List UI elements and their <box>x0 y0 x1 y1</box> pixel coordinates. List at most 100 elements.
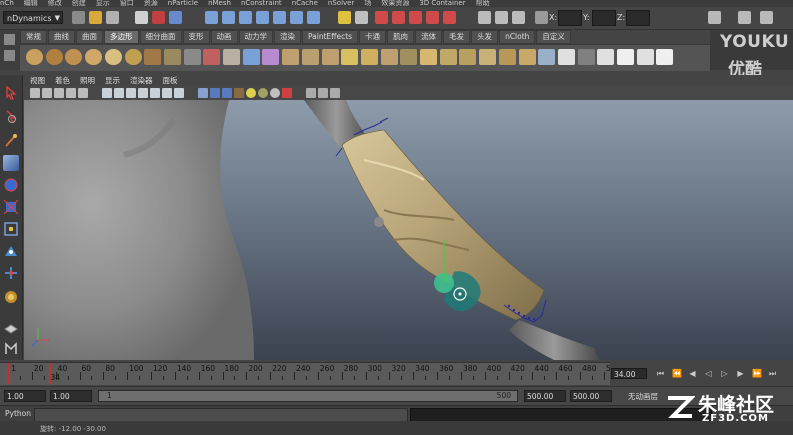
go-to-end-icon[interactable]: ⏭ <box>768 369 777 378</box>
menu-item[interactable]: 创建 <box>72 0 86 7</box>
ipr-render-icon[interactable] <box>392 11 405 24</box>
construction-icon[interactable] <box>307 11 320 24</box>
poly-pipe-icon[interactable] <box>183 49 201 65</box>
snap-view-plane-icon[interactable] <box>256 11 269 24</box>
menu-item[interactable]: 效果资源 <box>381 0 409 7</box>
gate-mask-icon[interactable] <box>138 88 148 98</box>
shelf-tab[interactable]: 曲面 <box>76 30 103 44</box>
triangulate-icon[interactable] <box>420 49 437 65</box>
planar-map-icon[interactable] <box>617 49 634 65</box>
poly-prism-icon[interactable] <box>144 49 162 65</box>
paint-select-tool-icon[interactable] <box>3 133 19 149</box>
shelf-tabs-icon[interactable] <box>4 50 15 61</box>
shelf-tab[interactable]: nCloth <box>499 30 536 44</box>
menu-item[interactable]: nCh <box>0 0 14 7</box>
poly-cone-icon[interactable] <box>85 49 103 65</box>
field-chart-icon[interactable] <box>150 88 160 98</box>
textured-icon[interactable] <box>234 88 244 98</box>
anim-layer-label[interactable]: 无动画层 <box>628 391 658 402</box>
panel-menu-item[interactable]: 面板 <box>163 75 178 86</box>
tool-settings-toggle-icon[interactable] <box>495 11 508 24</box>
play-forwards-icon[interactable]: ▷ <box>720 369 729 378</box>
menu-item[interactable]: 场 <box>364 0 371 7</box>
shelf-tab[interactable]: 细分曲面 <box>139 30 182 44</box>
create-uvs-icon[interactable] <box>597 49 615 65</box>
poly-plane-icon[interactable] <box>104 49 122 65</box>
script-language-toggle[interactable]: Python <box>5 409 31 418</box>
separate-icon[interactable] <box>282 49 300 65</box>
film-gate-icon[interactable] <box>114 88 124 98</box>
play-backwards-icon[interactable]: ◁ <box>704 369 713 378</box>
menu-item[interactable]: 资源 <box>144 0 158 7</box>
panel-menu-item[interactable]: 视图 <box>30 75 45 86</box>
universal-manip-icon[interactable] <box>3 221 19 237</box>
offset-edge-loop-icon[interactable] <box>557 49 575 65</box>
panel-menu-item[interactable]: 照明 <box>80 75 95 86</box>
shelf-tab[interactable]: 常规 <box>20 30 47 44</box>
shelf-tab[interactable]: 毛发 <box>443 30 471 44</box>
image-plane-icon[interactable] <box>66 88 76 98</box>
menu-item[interactable]: 帮助 <box>476 0 490 7</box>
extract-icon[interactable] <box>301 49 319 65</box>
attribute-editor-toggle-icon[interactable] <box>478 11 491 24</box>
input-ops-icon[interactable] <box>355 11 368 24</box>
command-input[interactable] <box>34 408 408 422</box>
uv-checker-icon[interactable] <box>577 49 595 65</box>
new-scene-icon[interactable] <box>72 11 85 24</box>
panel-menu-item[interactable]: 显示 <box>105 75 120 86</box>
viewport-perspective[interactable] <box>24 100 793 360</box>
cylindrical-map-icon[interactable] <box>636 49 654 65</box>
hud-icon[interactable] <box>330 88 340 98</box>
shelf-tab[interactable]: 卡通 <box>359 30 387 44</box>
shadows-icon[interactable] <box>258 88 268 98</box>
shelf-menu-icon[interactable] <box>4 34 15 45</box>
boolean-intersection-icon[interactable] <box>380 49 398 65</box>
poly-helix-icon[interactable] <box>203 49 221 65</box>
safe-action-icon[interactable] <box>162 88 172 98</box>
time-slider[interactable]: 1 20 40 60 80 100 120 140 160 180 200 220 240 260 280 3… <box>0 362 611 385</box>
combine-icon[interactable] <box>262 49 280 65</box>
toggle-channel-icon[interactable] <box>760 11 773 24</box>
show-manip-tool-icon[interactable] <box>3 265 19 281</box>
step-back-frame-icon[interactable]: ◀ <box>688 369 697 378</box>
ambient-occlusion-icon[interactable] <box>270 88 280 98</box>
show-layout-icon[interactable] <box>708 11 721 24</box>
select-tool-icon[interactable] <box>3 85 19 101</box>
save-scene-icon[interactable] <box>106 11 119 24</box>
append-polygon-icon[interactable] <box>498 49 516 65</box>
shelf-tab[interactable]: 头发 <box>471 30 499 44</box>
shelf-tab[interactable]: PaintEffects <box>302 30 359 44</box>
panel-menu-item[interactable]: 渲染器 <box>130 75 153 86</box>
step-back-key-icon[interactable]: ⏪ <box>672 369 682 378</box>
poly-soccer-icon[interactable] <box>223 49 240 65</box>
lock-icon[interactable] <box>338 11 351 24</box>
wireframe-icon[interactable] <box>198 88 208 98</box>
grid-toggle-icon[interactable] <box>102 88 112 98</box>
end-time-field[interactable]: 500.00 <box>570 390 612 402</box>
select-object-icon[interactable] <box>152 11 165 24</box>
menu-item[interactable]: nConstraint <box>241 0 282 7</box>
poly-pyramid-icon[interactable] <box>163 49 181 65</box>
snap-curve-icon[interactable] <box>222 11 235 24</box>
shelf-tab[interactable]: 肌肉 <box>387 30 415 44</box>
smooth-shade-icon[interactable] <box>210 88 220 98</box>
range-slider-track[interactable]: 1 500 <box>98 390 518 402</box>
playback-end-field[interactable]: 500.00 <box>524 390 566 402</box>
toggle-panel-icon[interactable] <box>738 11 751 24</box>
snap-point-icon[interactable] <box>239 11 252 24</box>
start-time-field[interactable]: 1.00 <box>4 390 46 402</box>
render-view-icon[interactable] <box>443 11 456 24</box>
safe-title-icon[interactable] <box>174 88 184 98</box>
shelf-tab[interactable]: 流体 <box>415 30 443 44</box>
poly-cylinder-icon[interactable] <box>65 49 83 65</box>
make-hole-icon[interactable] <box>479 49 497 65</box>
shelf-tab[interactable]: 变形 <box>182 30 210 44</box>
open-scene-icon[interactable] <box>89 11 102 24</box>
history-icon[interactable] <box>290 11 303 24</box>
use-all-lights-icon[interactable] <box>246 88 256 98</box>
last-tool-icon[interactable] <box>3 289 19 305</box>
shelf-tab[interactable]: 动画 <box>210 30 238 44</box>
scale-tool-icon[interactable] <box>3 199 19 215</box>
select-component-icon[interactable] <box>169 11 182 24</box>
camera-attributes-icon[interactable] <box>42 88 52 98</box>
